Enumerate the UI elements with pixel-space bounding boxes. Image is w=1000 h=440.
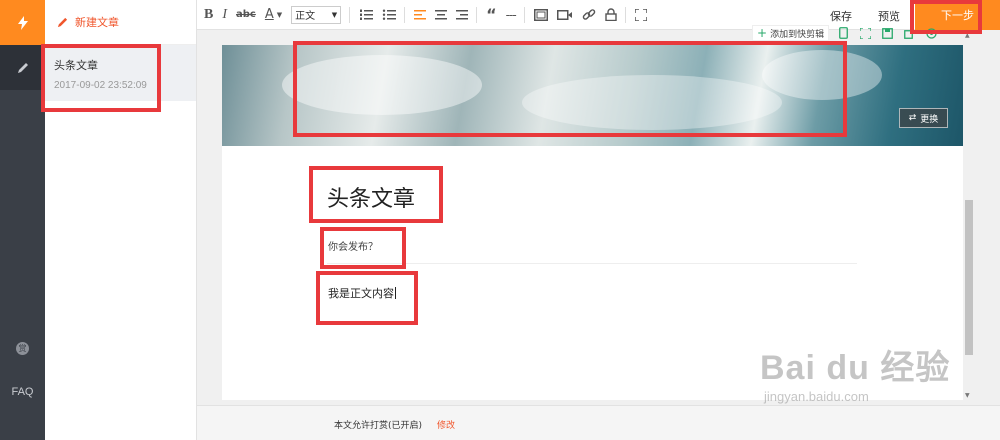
- phone-icon[interactable]: [835, 25, 851, 41]
- scrollbar-thumb[interactable]: [965, 200, 973, 355]
- article-paper: ⇄ 更换 头条文章 你会发布？ 我是正文内容: [222, 45, 963, 400]
- article-body[interactable]: 我是正文内容: [328, 285, 396, 301]
- copy-icon[interactable]: [901, 25, 917, 41]
- toolbar-divider: [476, 6, 478, 23]
- settings-icon[interactable]: [923, 25, 939, 41]
- save-button[interactable]: 保存: [830, 8, 852, 24]
- new-article-button[interactable]: 新建文章: [45, 0, 196, 45]
- save-disk-icon[interactable]: [879, 25, 895, 41]
- bottom-bar: 本文允许打赏(已开启) 修改: [197, 405, 1000, 440]
- text-caret: [395, 287, 396, 299]
- reward-coin-icon: 赏: [16, 341, 29, 355]
- article-item-title: 头条文章: [54, 59, 98, 72]
- quote-button[interactable]: “: [486, 5, 497, 25]
- toolbar-divider: [523, 6, 525, 23]
- article-list-item[interactable]: 头条文章 2017-09-02 23:52:09: [45, 45, 196, 101]
- italic-button[interactable]: I: [222, 5, 227, 25]
- align-left-icon[interactable]: [414, 5, 427, 25]
- article-abstract[interactable]: 你会发布？: [328, 238, 378, 253]
- image-icon[interactable]: [533, 5, 548, 25]
- toolbar-divider: [624, 6, 626, 23]
- quick-add-label: 添加到快剪辑: [770, 29, 825, 40]
- cover-foam: [762, 50, 882, 100]
- toolbar-divider: [404, 6, 406, 23]
- format-select-value: 正文: [295, 11, 316, 22]
- horizontal-rule-button[interactable]: ---: [506, 5, 517, 25]
- chevron-down-icon: ▼: [331, 10, 338, 19]
- link-icon[interactable]: [582, 5, 596, 25]
- toolbar-divider: [349, 6, 351, 23]
- scroll-down-icon[interactable]: ▼: [965, 392, 970, 399]
- plus-icon: +: [757, 26, 768, 40]
- add-to-quick-edit-button[interactable]: + 添加到快剪辑: [752, 25, 830, 41]
- cover-foam: [282, 55, 482, 115]
- new-article-label: 新建文章: [75, 16, 119, 29]
- lock-icon[interactable]: [604, 5, 617, 25]
- bold-button[interactable]: B: [204, 5, 213, 25]
- left-rail: 赏 FAQ: [0, 0, 45, 440]
- lightning-icon[interactable]: [0, 0, 45, 45]
- vertical-scrollbar[interactable]: ▲ ▼: [964, 30, 974, 405]
- pen-icon: [57, 17, 68, 27]
- article-title[interactable]: 头条文章: [327, 181, 415, 213]
- scroll-up-icon[interactable]: ▲: [965, 32, 970, 39]
- reward-status: 本文允许打赏(已开启): [334, 421, 423, 431]
- bullet-list-icon[interactable]: [382, 5, 397, 25]
- edit-nav-item[interactable]: [0, 45, 45, 90]
- align-right-icon[interactable]: [456, 5, 469, 25]
- swap-icon: ⇄: [908, 113, 917, 123]
- font-color-button[interactable]: A: [265, 5, 274, 25]
- expand-icon[interactable]: [857, 25, 873, 41]
- faq-link[interactable]: FAQ: [0, 386, 45, 398]
- align-center-icon[interactable]: [435, 5, 448, 25]
- paragraph-format-select[interactable]: 正文 ▼: [291, 5, 342, 24]
- modify-reward-link[interactable]: 修改: [437, 418, 455, 431]
- replace-cover-label: 更换: [920, 114, 939, 125]
- cover-foam: [522, 75, 782, 130]
- strikethrough-button[interactable]: abc: [236, 5, 256, 25]
- video-icon[interactable]: [556, 5, 573, 25]
- content-divider: [327, 263, 857, 264]
- reward-nav-item[interactable]: 赏: [0, 336, 45, 360]
- cover-image[interactable]: ⇄ 更换: [222, 45, 963, 146]
- ordered-list-icon[interactable]: [359, 5, 374, 25]
- replace-cover-button[interactable]: ⇄ 更换: [899, 108, 948, 128]
- chevron-down-icon[interactable]: ▼: [277, 5, 282, 25]
- article-list-panel: 新建文章 头条文章 2017-09-02 23:52:09: [45, 0, 197, 440]
- preview-button[interactable]: 预览: [878, 8, 900, 24]
- article-item-date: 2017-09-02 23:52:09: [54, 80, 147, 91]
- editor-canvas: ⇄ 更换 头条文章 你会发布？ 我是正文内容 + 添加到快剪辑 ▲ ▼: [197, 25, 1000, 405]
- fullscreen-icon[interactable]: [634, 5, 647, 25]
- quick-actions: + 添加到快剪辑: [752, 24, 939, 42]
- pencil-icon: [17, 62, 28, 73]
- body-text: 我是正文内容: [328, 287, 394, 300]
